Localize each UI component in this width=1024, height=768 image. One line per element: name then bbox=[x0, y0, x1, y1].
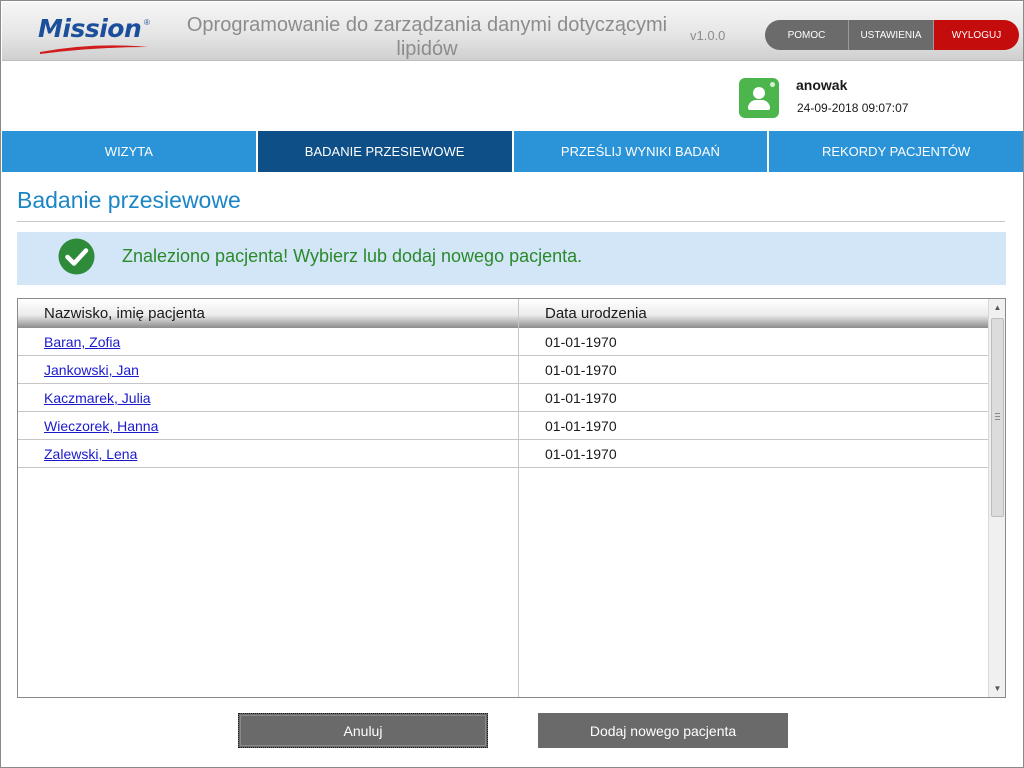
patient-birth-date: 01-01-1970 bbox=[545, 334, 617, 350]
patient-birth-date: 01-01-1970 bbox=[545, 362, 617, 378]
logo-registered-mark: ® bbox=[144, 18, 150, 27]
main-nav: WIZYTA BADANIE PRZESIEWOWE PRZEŚLIJ WYNI… bbox=[2, 131, 1023, 172]
logout-button[interactable]: WYLOGUJ bbox=[934, 20, 1019, 50]
login-datetime: 24-09-2018 09:07:07 bbox=[797, 101, 909, 115]
table-body: Baran, Zofia 01-01-1970 Jankowski, Jan 0… bbox=[18, 328, 988, 468]
header-button-group: POMOC USTAWIENIA WYLOGUJ bbox=[765, 20, 1019, 50]
patient-name-link[interactable]: Zalewski, Lena bbox=[44, 446, 137, 462]
tab-przeslij-wyniki-badan[interactable]: PRZEŚLIJ WYNIKI BADAŃ bbox=[513, 131, 768, 172]
tab-rekordy-pacjentow[interactable]: REKORDY PACJENTÓW bbox=[769, 131, 1023, 172]
mission-logo: Mission ® bbox=[38, 14, 154, 54]
patient-name-link[interactable]: Kaczmarek, Julia bbox=[44, 390, 151, 406]
patient-birth-date: 01-01-1970 bbox=[545, 418, 617, 434]
help-button[interactable]: POMOC bbox=[765, 20, 849, 50]
tab-badanie-przesiewowe[interactable]: BADANIE PRZESIEWOWE bbox=[257, 131, 512, 172]
scroll-up-icon[interactable]: ▲ bbox=[989, 299, 1006, 316]
scrollbar-thumb[interactable] bbox=[991, 318, 1004, 517]
table-scrollbar[interactable]: ▲ ▼ bbox=[988, 299, 1005, 697]
patient-name-link[interactable]: Baran, Zofia bbox=[44, 334, 120, 350]
cancel-button[interactable]: Anuluj bbox=[238, 713, 488, 748]
page-title: Badanie przesiewowe bbox=[17, 187, 241, 213]
column-header-name[interactable]: Nazwisko, imię pacjenta bbox=[44, 299, 205, 328]
settings-button[interactable]: USTAWIENIA bbox=[849, 20, 934, 50]
scroll-down-icon[interactable]: ▼ bbox=[989, 680, 1006, 697]
table-row[interactable]: Kaczmarek, Julia 01-01-1970 bbox=[18, 384, 988, 412]
logo-text: Mission bbox=[38, 14, 142, 43]
tab-wizyta[interactable]: WIZYTA bbox=[2, 131, 256, 172]
table-row[interactable]: Zalewski, Lena 01-01-1970 bbox=[18, 440, 988, 468]
online-status-dot bbox=[770, 82, 775, 87]
scrollbar-grip-icon bbox=[995, 413, 1000, 422]
check-circle-icon bbox=[58, 238, 95, 275]
user-avatar-icon bbox=[739, 78, 779, 118]
patient-birth-date: 01-01-1970 bbox=[545, 390, 617, 406]
patient-table: Nazwisko, imię pacjenta Data urodzenia B… bbox=[17, 298, 1006, 698]
app-title: Oprogramowanie do zarządzania danymi dot… bbox=[186, 14, 668, 60]
patient-name-link[interactable]: Jankowski, Jan bbox=[44, 362, 139, 378]
app-header: Mission ® Oprogramowanie do zarządzania … bbox=[2, 2, 1023, 61]
table-header: Nazwisko, imię pacjenta Data urodzenia bbox=[18, 299, 988, 328]
column-header-birth-date[interactable]: Data urodzenia bbox=[545, 299, 647, 328]
add-patient-button[interactable]: Dodaj nowego pacjenta bbox=[538, 713, 788, 748]
table-row[interactable]: Baran, Zofia 01-01-1970 bbox=[18, 328, 988, 356]
patient-name-link[interactable]: Wieczorek, Hanna bbox=[44, 418, 158, 434]
app-window: Mission ® Oprogramowanie do zarządzania … bbox=[0, 0, 1024, 768]
logo-swoosh-icon bbox=[40, 45, 148, 54]
alert-message: Znaleziono pacjenta! Wybierz lub dodaj n… bbox=[122, 246, 583, 266]
title-divider bbox=[17, 221, 1005, 222]
patient-birth-date: 01-01-1970 bbox=[545, 446, 617, 462]
username: anowak bbox=[796, 77, 848, 93]
table-row[interactable]: Jankowski, Jan 01-01-1970 bbox=[18, 356, 988, 384]
table-row[interactable]: Wieczorek, Hanna 01-01-1970 bbox=[18, 412, 988, 440]
success-alert: Znaleziono pacjenta! Wybierz lub dodaj n… bbox=[17, 232, 1006, 285]
app-version: v1.0.0 bbox=[690, 28, 726, 43]
